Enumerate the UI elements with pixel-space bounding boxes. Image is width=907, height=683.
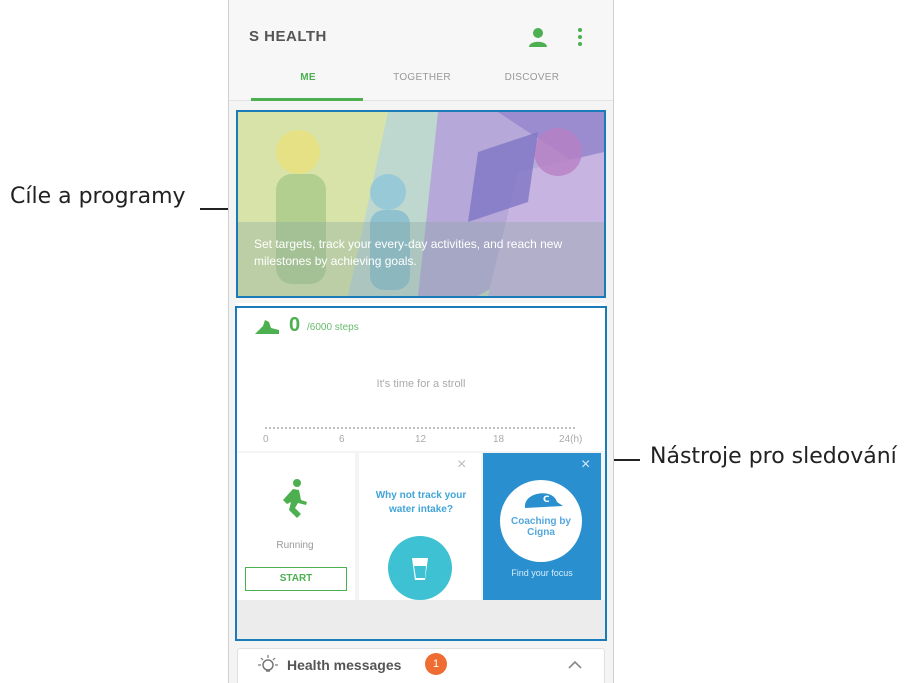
goals-highlight-frame	[236, 110, 606, 298]
trackers-highlight-frame	[235, 306, 607, 641]
health-messages-label: Health messages	[287, 657, 402, 673]
active-tab-indicator	[251, 98, 363, 101]
callout-goals-programs: Cíle a programy	[10, 184, 186, 209]
messages-count-badge: 1	[425, 653, 447, 675]
app-title: S HEALTH	[249, 28, 327, 45]
callout-tracking-tools: Nástroje pro sledování	[650, 444, 897, 469]
app-bar: S HEALTH ME TOGETHER DISCOVER	[229, 0, 613, 101]
person-icon[interactable]	[527, 26, 549, 48]
lightbulb-icon	[258, 655, 278, 672]
tab-discover[interactable]: DISCOVER	[475, 72, 589, 83]
tab-together[interactable]: TOGETHER	[365, 72, 479, 83]
tab-me[interactable]: ME	[251, 72, 365, 83]
phone-screen: S HEALTH ME TOGETHER DISCOVER Set target…	[228, 0, 614, 683]
chevron-up-icon[interactable]	[567, 660, 583, 670]
more-vertical-icon[interactable]	[573, 26, 587, 48]
